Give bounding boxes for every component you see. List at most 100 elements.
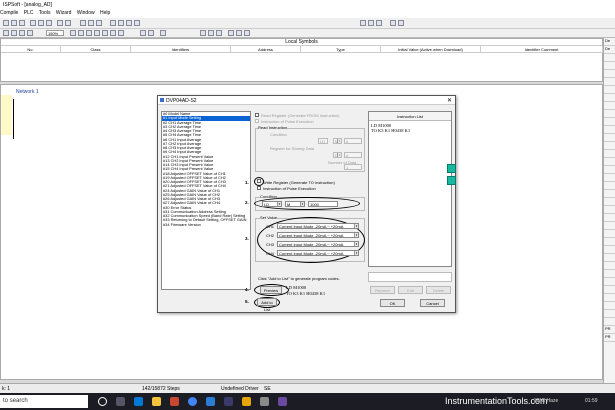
- instruction-edit-field[interactable]: [368, 272, 452, 282]
- menu-wizard[interactable]: Wizard: [56, 10, 72, 16]
- office-icon[interactable]: [170, 397, 179, 406]
- online-icon[interactable]: [110, 20, 116, 26]
- ch3-mode-select[interactable]: Current Input Mode -20mA ~ +20mA ▾: [277, 241, 359, 247]
- ispsoft-icon[interactable]: [242, 397, 251, 406]
- network-delete-icon[interactable]: [148, 30, 154, 36]
- close-icon[interactable]: ✕: [447, 97, 452, 104]
- menu-plc[interactable]: PLC: [24, 10, 34, 16]
- open-icon[interactable]: [11, 20, 17, 26]
- move-down-icon[interactable]: [447, 176, 456, 185]
- read-condition-label: Condition: [270, 132, 287, 137]
- cortana-icon[interactable]: [98, 397, 107, 406]
- app-icon[interactable]: [278, 397, 287, 406]
- info-icon[interactable]: [398, 20, 404, 26]
- save-icon[interactable]: [19, 20, 25, 26]
- task-view-icon[interactable]: [116, 397, 125, 406]
- read-store-type[interactable]: D▾: [333, 152, 342, 158]
- run-icon[interactable]: [126, 20, 132, 26]
- menu-help[interactable]: Help: [100, 10, 110, 16]
- function-list-item[interactable]: #34 Firmware Version: [162, 223, 250, 227]
- function-block-icon[interactable]: [94, 30, 100, 36]
- instruction-list-panel[interactable]: Instruction List LD M1000 TO K3 K1 H0438…: [368, 111, 452, 267]
- monitor-icon[interactable]: [118, 20, 124, 26]
- contact-no-icon[interactable]: [70, 30, 76, 36]
- window-layout-icon[interactable]: [360, 20, 366, 26]
- replace-icon[interactable]: [11, 30, 17, 36]
- preview-code-line: TO K3 K1 H0438 K1: [286, 291, 326, 296]
- cascade-icon[interactable]: [376, 20, 382, 26]
- write-register-checkbox[interactable]: [257, 179, 261, 183]
- app-icon[interactable]: [260, 397, 269, 406]
- read-cond-device[interactable]: LD: [318, 138, 328, 144]
- add-to-list-button[interactable]: Add to List: [257, 298, 277, 312]
- vline-icon[interactable]: [118, 30, 124, 36]
- edit-button[interactable]: Edit: [398, 286, 423, 294]
- read-register-checkbox[interactable]: [255, 113, 259, 117]
- stop-icon[interactable]: [134, 20, 140, 26]
- read-cond-num[interactable]: 0: [344, 138, 362, 144]
- new-icon[interactable]: [3, 20, 9, 26]
- paste-icon[interactable]: [46, 20, 52, 26]
- zoom-in-icon[interactable]: [19, 30, 25, 36]
- help-icon[interactable]: [390, 20, 396, 26]
- write-cond-device[interactable]: LD ▾: [262, 201, 282, 207]
- ch1-label: CH1: [266, 224, 275, 229]
- branch-icon[interactable]: [216, 30, 222, 36]
- comment-icon[interactable]: [160, 30, 166, 36]
- file-explorer-icon[interactable]: [152, 397, 161, 406]
- clock[interactable]: 01:59: [585, 398, 598, 404]
- menu-tools[interactable]: Tools: [39, 10, 51, 16]
- tile-icon[interactable]: [368, 20, 374, 26]
- find-icon[interactable]: [3, 30, 9, 36]
- plus-icon[interactable]: [236, 30, 242, 36]
- move-up-icon[interactable]: [447, 164, 456, 173]
- read-register-label: Read Register (Generate FROM Instruction…: [261, 113, 340, 118]
- contact-nc-icon[interactable]: [78, 30, 84, 36]
- download-icon[interactable]: [88, 20, 94, 26]
- function-list[interactable]: #0 Model Name #1 Input Mode Setting #2 CH1…: [161, 111, 251, 290]
- ok-button[interactable]: OK: [380, 299, 405, 307]
- redo-icon[interactable]: [65, 20, 71, 26]
- undo-icon[interactable]: [57, 20, 63, 26]
- grid-icon[interactable]: [228, 30, 234, 36]
- taskbar-search[interactable]: to search: [0, 395, 88, 408]
- apply-instruction-icon[interactable]: [102, 30, 108, 36]
- copy-icon[interactable]: [38, 20, 44, 26]
- ch2-mode-select[interactable]: Current Input Mode -20mA ~ +20mA ▾: [277, 232, 359, 238]
- menu-window[interactable]: Window: [77, 10, 95, 16]
- right-panel-item: [604, 238, 615, 246]
- preview-button[interactable]: Preview: [260, 286, 282, 294]
- read-store-label: Register for Storing Data: [270, 146, 315, 151]
- write-cond-type[interactable]: M ▾: [285, 201, 305, 207]
- zoom-out-icon[interactable]: [27, 30, 33, 36]
- right-panel-item: [604, 134, 615, 142]
- edge-icon[interactable]: [134, 397, 143, 406]
- menu-compile[interactable]: Compile: [0, 10, 18, 16]
- ch4-mode-select[interactable]: Current Input Mode -20mA ~ +20mA ▾: [277, 250, 359, 256]
- write-pulse-checkbox[interactable]: [257, 186, 261, 190]
- cancel-button[interactable]: Cancel: [420, 299, 445, 307]
- app-icon[interactable]: [224, 397, 233, 406]
- connect-icon[interactable]: [208, 30, 214, 36]
- read-number[interactable]: 1: [344, 164, 362, 170]
- read-pulse-checkbox[interactable]: [255, 119, 259, 123]
- read-cond-type[interactable]: M▾: [333, 138, 342, 144]
- compile-icon[interactable]: [80, 20, 86, 26]
- weather-widget[interactable]: 30°C Haze: [534, 398, 558, 404]
- hline-icon[interactable]: [110, 30, 116, 36]
- chrome-icon[interactable]: [188, 397, 197, 406]
- coil-icon[interactable]: [86, 30, 92, 36]
- cut-icon[interactable]: [30, 20, 36, 26]
- network-insert-icon[interactable]: [140, 30, 146, 36]
- taskbar: to search InstrumentationTools.com 30°C …: [0, 393, 615, 410]
- read-store-num[interactable]: 0: [344, 152, 362, 158]
- upload-icon[interactable]: [96, 20, 102, 26]
- word-icon[interactable]: [206, 397, 215, 406]
- ch1-mode-select[interactable]: Current Input Mode -20mA ~ +20mA ▾: [277, 223, 359, 229]
- zoom-select[interactable]: 150%: [46, 30, 64, 36]
- delete-button[interactable]: Delete: [426, 286, 451, 294]
- cursor-icon[interactable]: [200, 30, 206, 36]
- write-cond-num[interactable]: 1000: [308, 201, 338, 207]
- nav-icon[interactable]: [244, 30, 250, 36]
- replace-button[interactable]: Replace: [370, 286, 395, 294]
